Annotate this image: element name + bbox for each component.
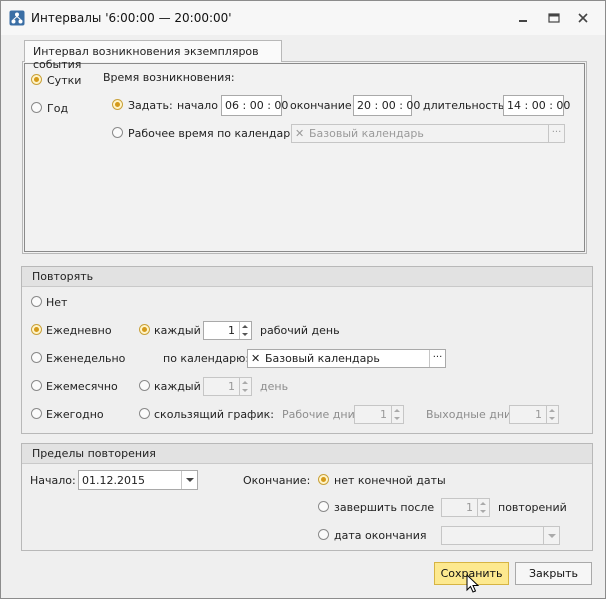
every-day-label: каждый xyxy=(154,324,201,337)
end-after-radio[interactable] xyxy=(318,501,329,512)
spin-buttons[interactable] xyxy=(546,406,558,423)
spin-buttons[interactable] xyxy=(477,499,489,516)
repeat-monthly-label: Ежемесячно xyxy=(46,380,118,393)
period-day-radio[interactable] xyxy=(31,74,42,85)
chevron-down-icon[interactable] xyxy=(543,527,559,544)
mouse-cursor-icon xyxy=(466,574,480,593)
repeat-weekly-radio[interactable] xyxy=(31,352,42,363)
minimize-icon xyxy=(519,20,527,22)
limits-end-label: Окончание: xyxy=(243,474,311,487)
period-year-radio[interactable] xyxy=(31,102,42,113)
maximize-button[interactable] xyxy=(546,10,562,26)
tab-panel-frame xyxy=(24,63,585,252)
period-day-label: Сутки xyxy=(47,74,82,87)
close-button[interactable]: Закрыть xyxy=(515,562,592,585)
sliding-schedule-radio[interactable] xyxy=(139,408,150,419)
end-date-picker[interactable] xyxy=(441,526,560,545)
set-time-label: Задать: xyxy=(128,99,173,112)
by-calendar-label: по календарю: xyxy=(163,352,250,365)
hierarchy-icon xyxy=(9,10,25,26)
sliding-schedule-label: скользящий график: xyxy=(154,408,274,421)
every-day-radio[interactable] xyxy=(139,324,150,335)
repeat-daily-radio[interactable] xyxy=(31,324,42,335)
end-after-stepper[interactable]: 1 xyxy=(441,498,490,517)
close-button-label: Закрыть xyxy=(529,567,578,580)
work-calendar-radio[interactable] xyxy=(112,127,123,138)
repeat-daily-label: Ежедневно xyxy=(46,324,112,337)
end-time-label: окончание xyxy=(290,99,352,112)
workday-label: рабочий день xyxy=(260,324,340,337)
repeat-calendar-select[interactable]: ✕ Базовый календарь ··· xyxy=(247,349,446,368)
repeat-weekly-label: Еженедельно xyxy=(46,352,126,365)
period-year-label: Год xyxy=(47,102,69,115)
limits-start-date-picker[interactable]: 01.12.2015 xyxy=(78,470,198,490)
end-date-radio[interactable] xyxy=(318,529,329,540)
set-time-radio[interactable] xyxy=(112,99,123,110)
ellipsis-button[interactable]: ··· xyxy=(429,350,445,367)
end-time-input[interactable]: 20 : 00 : 00 xyxy=(353,95,420,116)
repeat-group-title: Повторять xyxy=(32,270,94,283)
start-time-input[interactable]: 06 : 00 : 00 xyxy=(221,95,288,116)
window-title: Интервалы '6:00:00 — 20:00:00' xyxy=(31,11,232,25)
duration-label: длительность xyxy=(423,99,505,112)
maximize-icon xyxy=(548,13,560,23)
spin-buttons[interactable] xyxy=(391,406,403,423)
title-bar[interactable]: Интервалы '6:00:00 — 20:00:00' xyxy=(1,1,605,35)
tab-label: Интервал возникновения экземпляров событ… xyxy=(33,45,259,71)
work-calendar-label: Рабочее время по календарю: xyxy=(128,127,304,140)
spin-buttons[interactable] xyxy=(239,322,251,339)
limits-start-label: Начало: xyxy=(30,474,76,487)
end-date-label: дата окончания xyxy=(334,529,427,542)
repeat-yearly-label: Ежегодно xyxy=(46,408,104,421)
workdays-stepper[interactable]: 1 xyxy=(354,405,404,424)
repeat-none-radio[interactable] xyxy=(31,296,42,307)
clear-icon[interactable]: ✕ xyxy=(295,127,304,140)
daysoff-label: Выходные дни: xyxy=(426,408,515,421)
repeat-yearly-radio[interactable] xyxy=(31,408,42,419)
no-end-date-label: нет конечной даты xyxy=(334,474,446,487)
every-n-day-stepper[interactable]: 1 xyxy=(203,377,252,396)
repeat-monthly-radio[interactable] xyxy=(31,380,42,391)
occurrence-heading: Время возникновения: xyxy=(103,71,235,84)
limits-group-title: Пределы повторения xyxy=(32,447,156,460)
every-n-day-radio[interactable] xyxy=(139,380,150,391)
chevron-down-icon[interactable] xyxy=(181,471,197,489)
ellipsis-button[interactable]: ··· xyxy=(548,125,564,142)
no-end-date-radio[interactable] xyxy=(318,474,329,485)
work-calendar-select[interactable]: ✕ Базовый календарь ··· xyxy=(291,124,565,143)
day-label: день xyxy=(260,380,289,393)
clear-icon[interactable]: ✕ xyxy=(251,352,260,365)
repeats-label: повторений xyxy=(498,501,567,514)
tab-occurrence-interval[interactable]: Интервал возникновения экземпляров событ… xyxy=(24,40,282,71)
every-n-day-label: каждый xyxy=(154,380,201,393)
spin-buttons[interactable] xyxy=(239,378,251,395)
workdays-label: Рабочие дни: xyxy=(282,408,359,421)
close-window-button[interactable] xyxy=(575,10,591,26)
every-day-stepper[interactable]: 1 xyxy=(203,321,252,340)
repeat-none-label: Нет xyxy=(46,296,68,309)
close-icon xyxy=(578,13,588,23)
duration-input[interactable]: 14 : 00 : 00 xyxy=(503,95,570,116)
start-time-label: начало xyxy=(177,99,218,112)
minimize-button[interactable] xyxy=(515,10,531,26)
end-after-label: завершить после xyxy=(334,501,435,514)
dialog-window: Интервалы '6:00:00 — 20:00:00' Интервал … xyxy=(0,0,606,599)
daysoff-stepper[interactable]: 1 xyxy=(509,405,559,424)
